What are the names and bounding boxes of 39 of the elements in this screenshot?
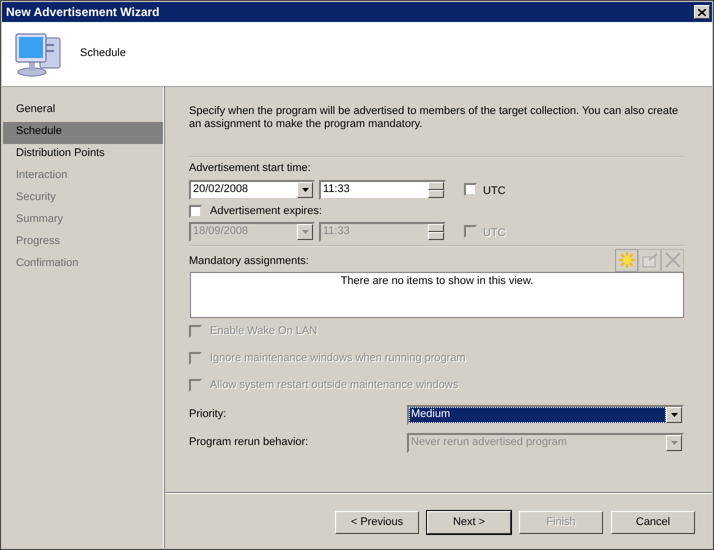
wizard-step: Confirmation [3,254,163,276]
wizard-step: Security [3,188,163,210]
option-label: Enable Wake On LAN [210,325,318,338]
caret-icon [670,440,678,445]
wizard-button[interactable]: < Previous [335,511,419,534]
mandatory-label: Mandatory assignments: [189,254,309,268]
time-field: 11:33 [319,222,446,242]
window-title: New Advertisement Wizard [6,4,160,20]
utc-checkbox[interactable] [464,183,477,196]
utc-label: UTC [483,184,506,198]
assignments-list[interactable]: There are no items to show in this view. [190,272,684,318]
dropdown-field[interactable]: Medium [407,404,684,425]
start-time-label: Advertisement start time: [189,162,312,176]
utc-label: UTC [483,227,506,240]
time-field[interactable]: 11:33 [319,180,446,200]
field-label: Program rerun behavior: [189,436,310,450]
wizard-step[interactable]: Schedule [3,122,163,144]
page-title: Schedule [80,47,126,61]
wizard-button[interactable]: Next > [427,511,511,534]
date-picker[interactable]: 20/02/2008 [189,180,315,200]
description-text: Specify when the program will be advertised to members of the target collection. You can also create an assignment to make the program mandatory. [189,105,680,132]
caret-icon [302,230,308,234]
dropdown-field: Never rerun advertised program [407,432,684,453]
wizard-step[interactable]: Distribution Points [3,144,163,166]
wizard-step[interactable]: General [3,100,163,122]
wizard-step: Summary [3,210,163,232]
close-icon [698,8,706,16]
caret-icon [302,188,308,192]
close-button[interactable] [694,5,710,19]
option-label: Ignore maintenance windows when running program [210,352,466,366]
wizard-step: Interaction [3,166,163,188]
wizard-button[interactable]: Cancel [611,511,695,534]
empty-list-message: There are no items to show in this view. [340,274,534,287]
wizard-step: Progress [3,232,163,254]
field-label: Priority: [189,408,228,422]
caret-icon [670,412,678,417]
date-picker: 18/09/2008 [189,222,315,242]
expires-label: Advertisement expires: [210,204,322,218]
option-label: Allow system restart outside maintenance windows [210,379,458,392]
